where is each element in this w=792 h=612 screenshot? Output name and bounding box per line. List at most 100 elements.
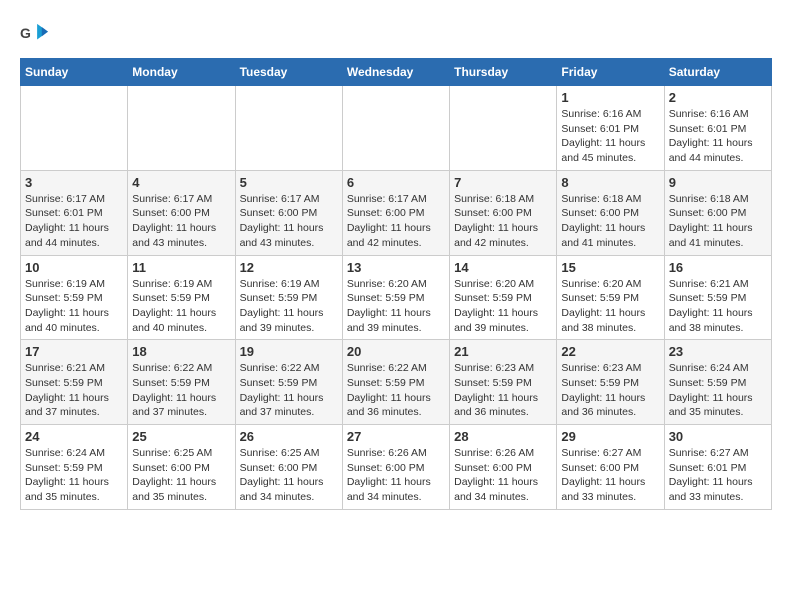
- day-info: Sunrise: 6:27 AM Sunset: 6:00 PM Dayligh…: [561, 446, 659, 505]
- logo-icon: G: [20, 20, 48, 48]
- day-info: Sunrise: 6:17 AM Sunset: 6:00 PM Dayligh…: [240, 192, 338, 251]
- calendar-cell: 11 Sunrise: 6:19 AM Sunset: 5:59 PM Dayli…: [128, 255, 235, 340]
- day-info: Sunrise: 6:16 AM Sunset: 6:01 PM Dayligh…: [561, 107, 659, 166]
- weekday-header-monday: Monday: [128, 59, 235, 86]
- day-info: Sunrise: 6:22 AM Sunset: 5:59 PM Dayligh…: [132, 361, 230, 420]
- calendar-cell: [235, 86, 342, 171]
- calendar-cell: 13 Sunrise: 6:20 AM Sunset: 5:59 PM Dayli…: [342, 255, 449, 340]
- calendar-cell: 12 Sunrise: 6:19 AM Sunset: 5:59 PM Dayli…: [235, 255, 342, 340]
- day-number: 2: [669, 90, 767, 105]
- calendar-cell: 10Sunrise: 6:19 AM Sunset: 5:59 PM Dayli…: [21, 255, 128, 340]
- calendar-table: SundayMondayTuesdayWednesdayThursdayFrid…: [20, 58, 772, 510]
- day-number: 30: [669, 429, 767, 444]
- day-info: Sunrise: 6:19 AM Sunset: 5:59 PM Dayligh…: [240, 277, 338, 336]
- day-number: 1: [561, 90, 659, 105]
- calendar-cell: 1 Sunrise: 6:16 AM Sunset: 6:01 PM Daylig…: [557, 86, 664, 171]
- calendar-week-row: 3 Sunrise: 6:17 AM Sunset: 6:01 PM Daylig…: [21, 170, 772, 255]
- day-number: 3: [25, 175, 123, 190]
- day-info: Sunrise: 6:21 AM Sunset: 5:59 PM Dayligh…: [669, 277, 767, 336]
- calendar-cell: 29 Sunrise: 6:27 AM Sunset: 6:00 PM Dayli…: [557, 425, 664, 510]
- calendar-cell: 5 Sunrise: 6:17 AM Sunset: 6:00 PM Daylig…: [235, 170, 342, 255]
- day-info: Sunrise: 6:26 AM Sunset: 6:00 PM Dayligh…: [347, 446, 445, 505]
- calendar-cell: 20Sunrise: 6:22 AM Sunset: 5:59 PM Dayli…: [342, 340, 449, 425]
- day-number: 5: [240, 175, 338, 190]
- calendar-cell: 4 Sunrise: 6:17 AM Sunset: 6:00 PM Daylig…: [128, 170, 235, 255]
- day-info: Sunrise: 6:16 AM Sunset: 6:01 PM Dayligh…: [669, 107, 767, 166]
- calendar-week-row: 24 Sunrise: 6:24 AM Sunset: 5:59 PM Dayli…: [21, 425, 772, 510]
- day-info: Sunrise: 6:17 AM Sunset: 6:00 PM Dayligh…: [132, 192, 230, 251]
- calendar-cell: 27 Sunrise: 6:26 AM Sunset: 6:00 PM Dayli…: [342, 425, 449, 510]
- calendar-week-row: 17Sunrise: 6:21 AM Sunset: 5:59 PM Dayli…: [21, 340, 772, 425]
- calendar-cell: 2 Sunrise: 6:16 AM Sunset: 6:01 PM Daylig…: [664, 86, 771, 171]
- calendar-cell: 24 Sunrise: 6:24 AM Sunset: 5:59 PM Dayli…: [21, 425, 128, 510]
- day-info: Sunrise: 6:18 AM Sunset: 6:00 PM Dayligh…: [669, 192, 767, 251]
- calendar-cell: 30 Sunrise: 6:27 AM Sunset: 6:01 PM Dayli…: [664, 425, 771, 510]
- day-info: Sunrise: 6:19 AM Sunset: 5:59 PM Dayligh…: [25, 277, 123, 336]
- day-info: Sunrise: 6:25 AM Sunset: 6:00 PM Dayligh…: [132, 446, 230, 505]
- day-info: Sunrise: 6:23 AM Sunset: 5:59 PM Dayligh…: [454, 361, 552, 420]
- calendar-week-row: 10Sunrise: 6:19 AM Sunset: 5:59 PM Dayli…: [21, 255, 772, 340]
- calendar-cell: [450, 86, 557, 171]
- day-number: 22: [561, 344, 659, 359]
- calendar-cell: 19 Sunrise: 6:22 AM Sunset: 5:59 PM Dayli…: [235, 340, 342, 425]
- day-number: 21: [454, 344, 552, 359]
- calendar-cell: 16 Sunrise: 6:21 AM Sunset: 5:59 PM Dayli…: [664, 255, 771, 340]
- day-number: 24: [25, 429, 123, 444]
- day-info: Sunrise: 6:27 AM Sunset: 6:01 PM Dayligh…: [669, 446, 767, 505]
- day-info: Sunrise: 6:17 AM Sunset: 6:01 PM Dayligh…: [25, 192, 123, 251]
- calendar-cell: 22 Sunrise: 6:23 AM Sunset: 5:59 PM Dayli…: [557, 340, 664, 425]
- day-info: Sunrise: 6:20 AM Sunset: 5:59 PM Dayligh…: [347, 277, 445, 336]
- day-number: 14: [454, 260, 552, 275]
- weekday-header-row: SundayMondayTuesdayWednesdayThursdayFrid…: [21, 59, 772, 86]
- day-number: 4: [132, 175, 230, 190]
- calendar-cell: 25 Sunrise: 6:25 AM Sunset: 6:00 PM Dayli…: [128, 425, 235, 510]
- calendar-cell: 3 Sunrise: 6:17 AM Sunset: 6:01 PM Daylig…: [21, 170, 128, 255]
- calendar-cell: 6Sunrise: 6:17 AM Sunset: 6:00 PM Daylig…: [342, 170, 449, 255]
- day-info: Sunrise: 6:25 AM Sunset: 6:00 PM Dayligh…: [240, 446, 338, 505]
- day-number: 13: [347, 260, 445, 275]
- day-info: Sunrise: 6:20 AM Sunset: 5:59 PM Dayligh…: [561, 277, 659, 336]
- day-info: Sunrise: 6:22 AM Sunset: 5:59 PM Dayligh…: [240, 361, 338, 420]
- day-number: 18: [132, 344, 230, 359]
- day-info: Sunrise: 6:24 AM Sunset: 5:59 PM Dayligh…: [25, 446, 123, 505]
- weekday-header-saturday: Saturday: [664, 59, 771, 86]
- day-number: 6: [347, 175, 445, 190]
- calendar-cell: 15 Sunrise: 6:20 AM Sunset: 5:59 PM Dayli…: [557, 255, 664, 340]
- logo: G: [20, 20, 52, 48]
- day-info: Sunrise: 6:21 AM Sunset: 5:59 PM Dayligh…: [25, 361, 123, 420]
- day-number: 15: [561, 260, 659, 275]
- weekday-header-tuesday: Tuesday: [235, 59, 342, 86]
- calendar-cell: 28 Sunrise: 6:26 AM Sunset: 6:00 PM Dayli…: [450, 425, 557, 510]
- day-number: 28: [454, 429, 552, 444]
- day-number: 19: [240, 344, 338, 359]
- calendar-cell: [128, 86, 235, 171]
- day-number: 12: [240, 260, 338, 275]
- calendar-cell: 8Sunrise: 6:18 AM Sunset: 6:00 PM Daylig…: [557, 170, 664, 255]
- weekday-header-wednesday: Wednesday: [342, 59, 449, 86]
- day-number: 9: [669, 175, 767, 190]
- day-number: 11: [132, 260, 230, 275]
- day-info: Sunrise: 6:22 AM Sunset: 5:59 PM Dayligh…: [347, 361, 445, 420]
- day-number: 23: [669, 344, 767, 359]
- calendar-cell: 21 Sunrise: 6:23 AM Sunset: 5:59 PM Dayli…: [450, 340, 557, 425]
- calendar-cell: 14 Sunrise: 6:20 AM Sunset: 5:59 PM Dayli…: [450, 255, 557, 340]
- day-info: Sunrise: 6:18 AM Sunset: 6:00 PM Dayligh…: [454, 192, 552, 251]
- day-number: 29: [561, 429, 659, 444]
- day-info: Sunrise: 6:24 AM Sunset: 5:59 PM Dayligh…: [669, 361, 767, 420]
- day-info: Sunrise: 6:19 AM Sunset: 5:59 PM Dayligh…: [132, 277, 230, 336]
- calendar-cell: 9 Sunrise: 6:18 AM Sunset: 6:00 PM Daylig…: [664, 170, 771, 255]
- day-info: Sunrise: 6:26 AM Sunset: 6:00 PM Dayligh…: [454, 446, 552, 505]
- day-info: Sunrise: 6:23 AM Sunset: 5:59 PM Dayligh…: [561, 361, 659, 420]
- day-number: 25: [132, 429, 230, 444]
- day-info: Sunrise: 6:20 AM Sunset: 5:59 PM Dayligh…: [454, 277, 552, 336]
- day-info: Sunrise: 6:18 AM Sunset: 6:00 PM Dayligh…: [561, 192, 659, 251]
- calendar-cell: 23 Sunrise: 6:24 AM Sunset: 5:59 PM Dayli…: [664, 340, 771, 425]
- day-number: 7: [454, 175, 552, 190]
- header: G: [20, 20, 772, 48]
- calendar-cell: [342, 86, 449, 171]
- day-number: 27: [347, 429, 445, 444]
- svg-text:G: G: [20, 25, 31, 41]
- day-number: 16: [669, 260, 767, 275]
- weekday-header-sunday: Sunday: [21, 59, 128, 86]
- weekday-header-thursday: Thursday: [450, 59, 557, 86]
